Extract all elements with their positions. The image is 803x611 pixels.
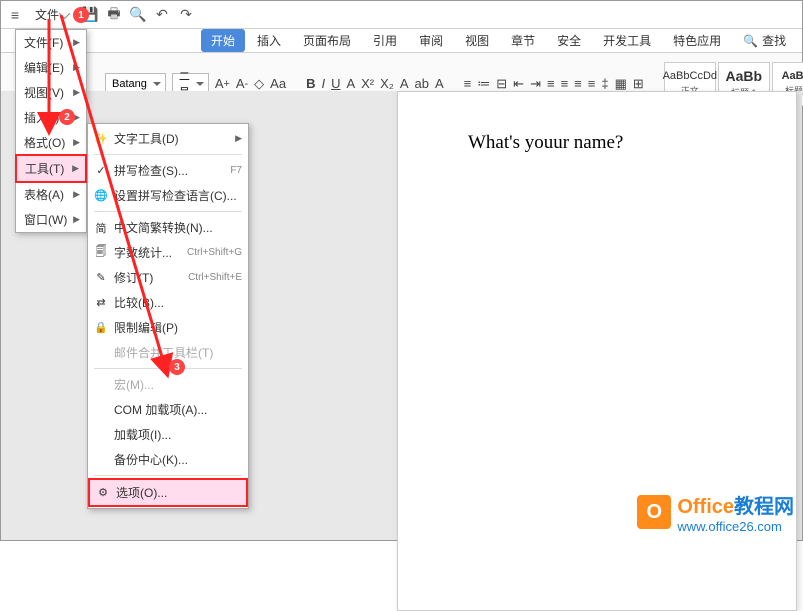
mi-compare[interactable]: ⇄比较(B)... xyxy=(88,290,248,315)
tab-start[interactable]: 开始 xyxy=(201,29,245,52)
menu-window[interactable]: 窗口(W)▶ xyxy=(16,207,86,232)
titlebar: ≡ 文件 💾 🖶 🔍 ↶ ↷ xyxy=(1,1,802,29)
language-icon: 🌐 xyxy=(94,189,108,203)
mi-backup[interactable]: 备份中心(K)... xyxy=(88,447,248,472)
annotation-badge-2: 2 xyxy=(59,109,75,125)
separator xyxy=(94,368,242,369)
menu-view[interactable]: 视图(V)▶ xyxy=(16,80,86,105)
watermark: O Office教程网 www.office26.com xyxy=(637,490,794,534)
tab-references[interactable]: 引用 xyxy=(363,29,407,52)
separator xyxy=(94,154,242,155)
tab-special[interactable]: 特色应用 xyxy=(663,29,731,52)
chevron-right-icon: ▶ xyxy=(72,163,79,174)
search-icon: 🔍 xyxy=(743,34,758,48)
menu-tools[interactable]: 工具(T)▶ xyxy=(15,154,87,183)
chevron-right-icon: ▶ xyxy=(235,133,242,144)
wand-icon: ✨ xyxy=(94,132,108,146)
chevron-right-icon: ▶ xyxy=(73,87,80,98)
tab-search-label: 查找 xyxy=(762,32,786,49)
plug-icon xyxy=(94,403,108,417)
separator xyxy=(94,211,242,212)
redo-button[interactable]: ↷ xyxy=(176,5,196,25)
lock-icon: 🔒 xyxy=(94,321,108,335)
mi-options[interactable]: ⚙选项(O)... xyxy=(88,478,248,507)
chevron-right-icon: ▶ xyxy=(73,37,80,48)
file-menu-label: 文件 xyxy=(35,6,59,23)
print-icon[interactable]: 🖶 xyxy=(104,5,124,25)
watermark-logo-icon: O xyxy=(637,495,671,529)
tab-security[interactable]: 安全 xyxy=(547,29,591,52)
mi-wordcount[interactable]: 🗐字数统计...Ctrl+Shift+G xyxy=(88,240,248,265)
menu-edit[interactable]: 编辑(E)▶ xyxy=(16,55,86,80)
watermark-url: www.office26.com xyxy=(677,519,794,534)
tab-insert[interactable]: 插入 xyxy=(247,29,291,52)
mi-com-addin[interactable]: COM 加载项(A)... xyxy=(88,397,248,422)
mi-spell-lang[interactable]: 🌐设置拼写检查语言(C)... xyxy=(88,183,248,208)
undo-button[interactable]: ↶ xyxy=(152,5,172,25)
chevron-right-icon: ▶ xyxy=(73,214,80,225)
mi-mailmerge: 邮件合并工具栏(T) xyxy=(88,340,248,365)
separator xyxy=(94,475,242,476)
chevron-right-icon: ▶ xyxy=(73,137,80,148)
watermark-brand: Office教程网 xyxy=(677,490,794,519)
tools-submenu: ✨文字工具(D)▶ ✓拼写检查(S)...F7 🌐设置拼写检查语言(C)... … xyxy=(87,123,249,509)
macro-icon xyxy=(94,378,108,392)
menu-insert[interactable]: 插入(I)▶ xyxy=(16,105,86,130)
annotation-badge-3: 3 xyxy=(169,359,185,375)
convert-icon: 简 xyxy=(94,221,108,235)
mi-macro: 宏(M)... xyxy=(88,372,248,397)
document-text: What's youur name? xyxy=(468,132,623,153)
spellcheck-icon: ✓ xyxy=(94,164,108,178)
mi-text-tools[interactable]: ✨文字工具(D)▶ xyxy=(88,126,248,151)
mi-restrict[interactable]: 🔒限制编辑(P) xyxy=(88,315,248,340)
count-icon: 🗐 xyxy=(94,246,108,260)
tab-devtools[interactable]: 开发工具 xyxy=(593,29,661,52)
file-menu-button[interactable]: 文件 xyxy=(29,3,76,26)
preview-icon[interactable]: 🔍 xyxy=(128,5,148,25)
backup-icon xyxy=(94,453,108,467)
hamburger-icon[interactable]: ≡ xyxy=(5,5,25,25)
tab-sections[interactable]: 章节 xyxy=(501,29,545,52)
chevron-right-icon: ▶ xyxy=(73,189,80,200)
chevron-down-icon xyxy=(59,7,70,18)
mi-revision[interactable]: ✎修订(T)Ctrl+Shift+E xyxy=(88,265,248,290)
mi-ch-convert[interactable]: 简中文简繁转换(N)... xyxy=(88,215,248,240)
tab-review[interactable]: 审阅 xyxy=(409,29,453,52)
addon-icon xyxy=(94,428,108,442)
chevron-right-icon: ▶ xyxy=(73,62,80,73)
revision-icon: ✎ xyxy=(94,271,108,285)
main-dropdown-menu: 文件(F)▶ 编辑(E)▶ 视图(V)▶ 插入(I)▶ 格式(O)▶ 工具(T)… xyxy=(15,29,87,233)
menu-table[interactable]: 表格(A)▶ xyxy=(16,182,86,207)
annotation-badge-1: 1 xyxy=(73,7,89,23)
mi-spellcheck[interactable]: ✓拼写检查(S)...F7 xyxy=(88,158,248,183)
menu-format[interactable]: 格式(O)▶ xyxy=(16,130,86,155)
tab-view[interactable]: 视图 xyxy=(455,29,499,52)
gear-icon: ⚙ xyxy=(96,486,110,500)
menu-file[interactable]: 文件(F)▶ xyxy=(16,30,86,55)
ribbon-tabs: 开始 插入 页面布局 引用 审阅 视图 章节 安全 开发工具 特色应用 🔍 查找 xyxy=(1,29,802,53)
compare-icon: ⇄ xyxy=(94,296,108,310)
tab-layout[interactable]: 页面布局 xyxy=(293,29,361,52)
mail-icon xyxy=(94,346,108,360)
mi-addin[interactable]: 加载项(I)... xyxy=(88,422,248,447)
tab-search[interactable]: 🔍 查找 xyxy=(733,29,796,52)
